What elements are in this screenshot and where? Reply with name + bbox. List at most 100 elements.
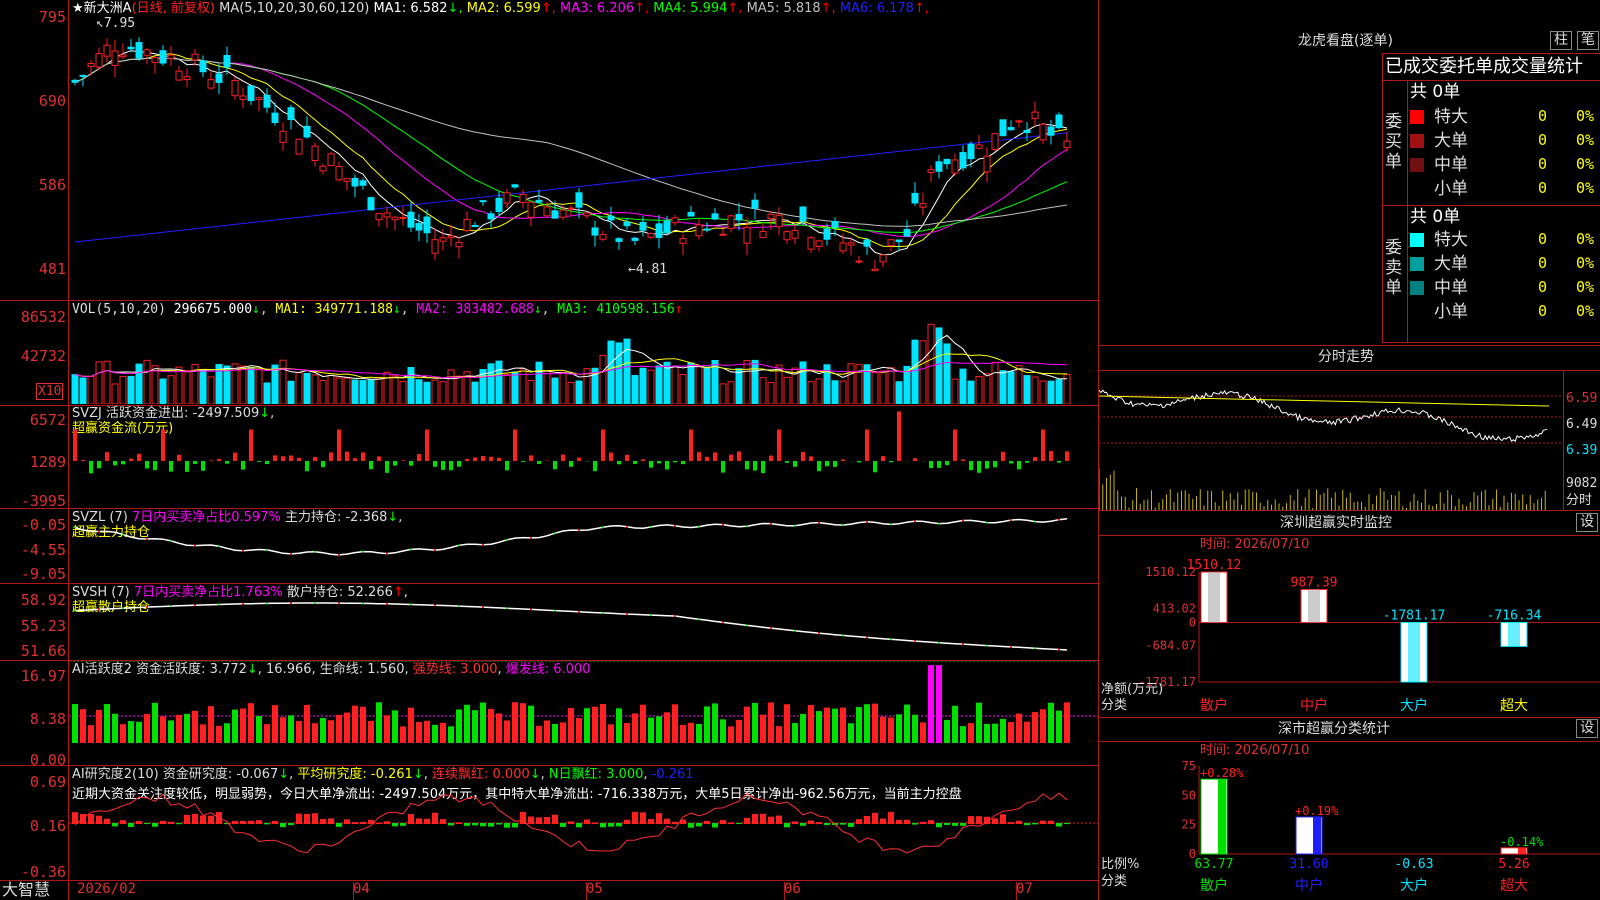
ma-value: MA4: 5.994 (653, 1, 728, 16)
pen-mode-button[interactable]: 笔 (1577, 31, 1599, 50)
research-bars[interactable] (69, 766, 1098, 880)
flow-bar (497, 457, 501, 461)
flow-bar (769, 455, 773, 461)
flow-bar (81, 460, 85, 461)
activity-bars[interactable] (69, 661, 1098, 765)
monitor-settings-button[interactable]: 设 (1576, 513, 1598, 532)
stat-row: 中单 (1410, 155, 1468, 175)
stock-name[interactable]: 新大洲A (84, 1, 132, 16)
buy-total: 共 0单 (1410, 82, 1461, 102)
flow-bar (217, 458, 221, 461)
flow-bar (977, 461, 981, 473)
holding-dot (458, 605, 460, 608)
holding-dot (866, 520, 868, 523)
activity-bar (760, 714, 766, 743)
monitor-bar-chart[interactable]: 1510.12413.020-684.07-1781.171510.12散户98… (1099, 552, 1600, 718)
research-bar (560, 823, 566, 827)
holding-dot (962, 519, 964, 522)
candlestick-chart[interactable] (69, 18, 1098, 298)
candle-body (359, 180, 367, 186)
classify-value: 63.77 (1194, 857, 1233, 872)
classify-bar-shade (1218, 779, 1226, 854)
volume-bar (879, 370, 887, 404)
stat-row: 大单 (1410, 254, 1468, 274)
research-bar (1016, 820, 1022, 824)
classify-bar-chart[interactable]: 7550250+0.28%63.77散户+0.19%31.60中户-0.63大户… (1099, 758, 1600, 900)
candle-body (799, 206, 807, 222)
candle-body (143, 49, 151, 56)
stat-pct: 0% (1576, 278, 1595, 296)
classify-category: 中户 (1295, 877, 1323, 894)
research-bar (632, 811, 638, 824)
monitor-bar-shade (1208, 572, 1220, 623)
flow-bar (641, 459, 645, 461)
holding-dot (794, 524, 796, 527)
research-bar (248, 820, 254, 824)
holding-dot (818, 521, 820, 524)
ma-value: MA1: 6.582 (373, 1, 448, 16)
flow-bar (529, 455, 533, 461)
holding-dot (386, 552, 388, 555)
retail-holding-line[interactable] (69, 584, 1098, 660)
holding-dot (218, 603, 220, 606)
holding-dot (170, 605, 172, 608)
research-bar (696, 823, 702, 827)
volume-bar (1055, 379, 1063, 404)
flow-bar (265, 461, 269, 465)
research-bar (456, 822, 462, 824)
volume-chart[interactable] (69, 318, 1098, 404)
holding-dot (122, 607, 124, 610)
main-holding-line[interactable] (69, 509, 1098, 583)
research-bar (176, 823, 182, 825)
volume-bar (567, 381, 575, 404)
research-bar (288, 823, 294, 826)
ytick: 0.16 (29, 817, 66, 835)
ytick: 86532 (20, 308, 66, 326)
activity-bar (192, 710, 198, 743)
activity-bar (400, 726, 406, 743)
candle-body (935, 161, 943, 172)
activity-bar (520, 703, 526, 743)
holding-dot (962, 643, 964, 646)
activity-bar (168, 720, 174, 743)
classify-settings-button[interactable]: 设 (1576, 719, 1598, 738)
holding-dot (194, 604, 196, 607)
flow-bar (201, 461, 205, 471)
fund-flow-bars[interactable] (69, 406, 1098, 508)
star-icon[interactable]: ★ (72, 1, 84, 16)
activity-bar (584, 708, 590, 743)
holding-dot (890, 523, 892, 526)
bar-mode-button[interactable]: 柱 (1550, 31, 1572, 50)
candle-body (311, 145, 319, 162)
candle-body (351, 177, 359, 187)
ma-value: MA5: 5.818 (746, 1, 821, 16)
period-label[interactable]: (日线, 前复权) (132, 1, 215, 16)
activity-bar (384, 715, 390, 743)
flow-bar (617, 461, 621, 465)
activity-bar (664, 712, 670, 743)
flow-bar (985, 461, 989, 469)
candle-body (711, 213, 719, 220)
activity-bar (408, 707, 414, 743)
ytick: -0.36 (20, 863, 66, 881)
flow-bar (969, 461, 973, 471)
flow-bar (305, 461, 309, 472)
flow-bar (345, 451, 349, 461)
research-bar (568, 821, 574, 824)
candle-body (207, 79, 215, 89)
volume-bar (359, 379, 367, 404)
intraday-chart[interactable] (1099, 371, 1563, 510)
ma-params: MA(5,10,20,30,60,120) (219, 1, 370, 16)
ma-value: MA2: 6.599 (466, 1, 541, 16)
research-bar (936, 823, 942, 828)
activity-bar (888, 717, 894, 743)
volume-bar (639, 367, 647, 404)
flow-bar (281, 456, 285, 461)
volume-bar (679, 373, 687, 404)
ma-value: MA6: 6.178 (839, 1, 914, 16)
stat-row: 小单 (1434, 302, 1468, 322)
activity-bar (512, 702, 518, 743)
candle-body (175, 70, 183, 81)
research-bar (552, 814, 558, 824)
flow-bar (841, 459, 845, 461)
